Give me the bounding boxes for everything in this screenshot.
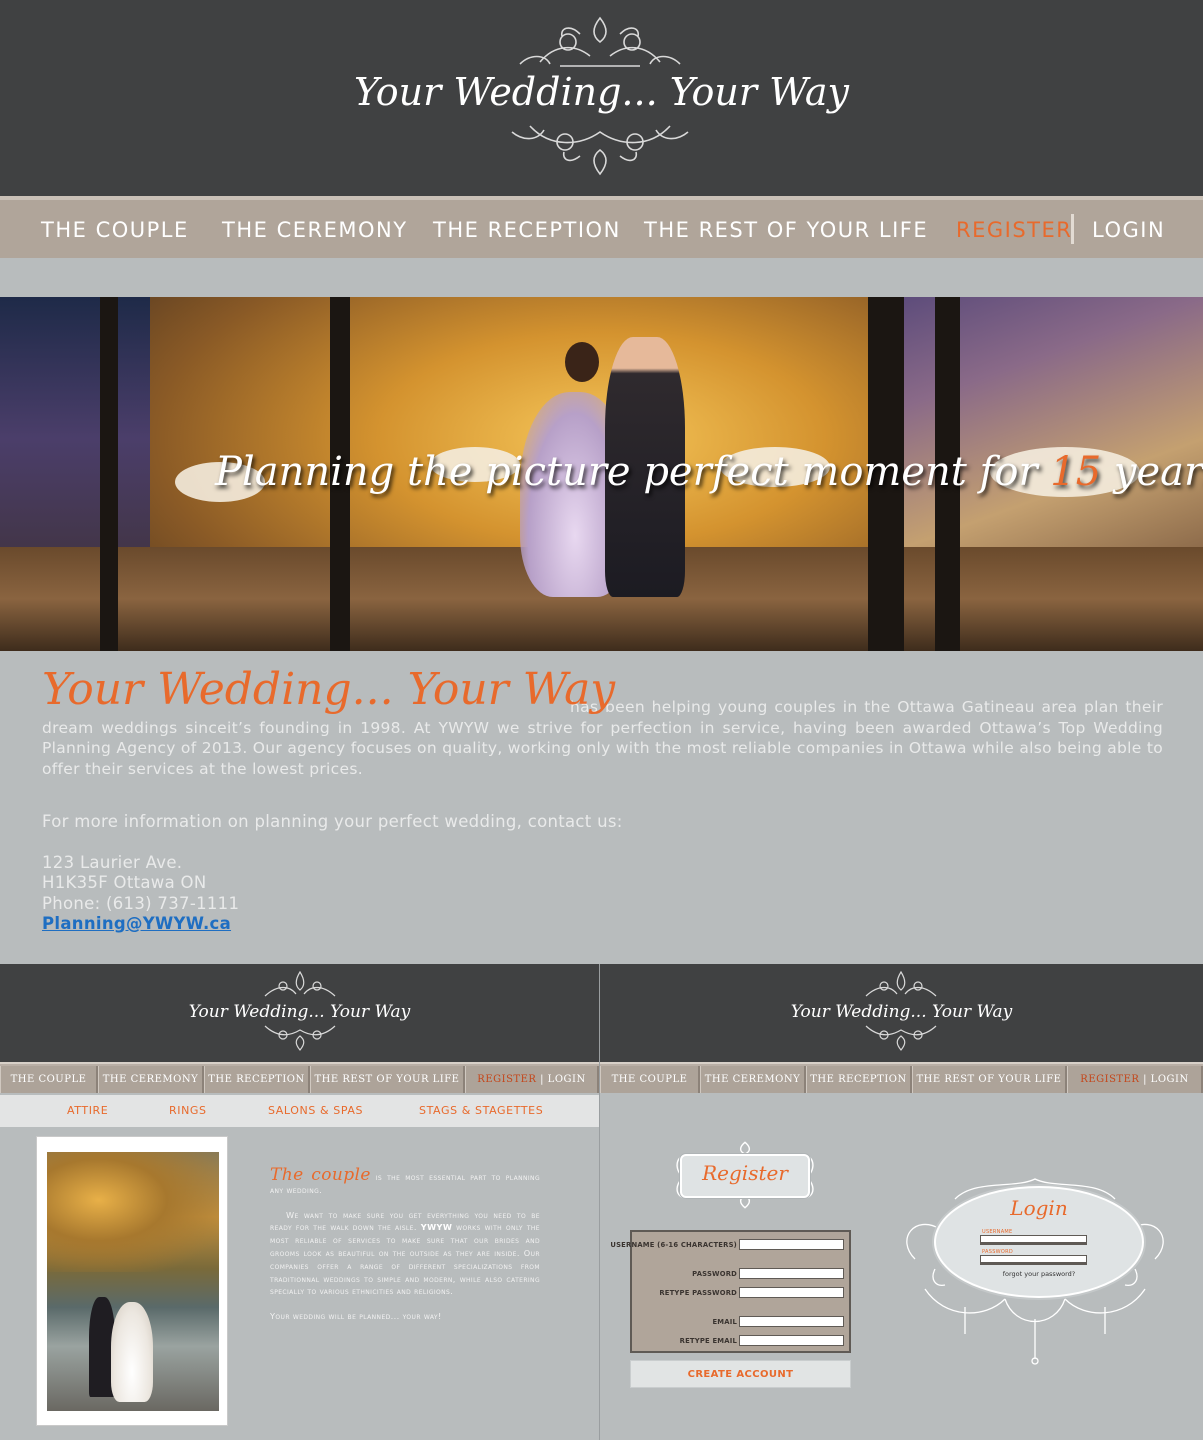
nav-the-rest-of-your-life[interactable]: THE REST OF YOUR LIFE xyxy=(644,218,928,242)
couple-intro: The couple is the most essential part to… xyxy=(270,1167,540,1197)
couple-paragraph-brand: YWYW xyxy=(420,1222,453,1233)
preview-tab-the-ceremony[interactable]: THE CEREMONY xyxy=(700,1066,806,1093)
page: Your Wedding... Your Way THE COUPLE THE … xyxy=(0,0,1203,1440)
register-password-row: PASSWORD xyxy=(632,1268,853,1282)
hero-tagline-text: Planning the picture perfect moment for xyxy=(215,449,1038,495)
login-title: Login xyxy=(1010,1196,1068,1220)
hero-tagline-number: 15 xyxy=(1050,449,1102,495)
preview-logo-text[interactable]: Your Wedding... Your Way xyxy=(0,1002,599,1022)
site-logo-text[interactable]: Your Wedding... Your Way xyxy=(0,70,1203,114)
nav-register[interactable]: REGISTER xyxy=(956,218,1072,242)
subnav-rings[interactable]: RINGS xyxy=(169,1104,207,1117)
register-email-label: EMAIL xyxy=(712,1318,737,1326)
nav-separator xyxy=(1071,214,1074,244)
contact-block: For more information on planning your pe… xyxy=(42,812,742,935)
preview-tab-the-couple[interactable]: THE COUPLE xyxy=(0,1066,98,1093)
couple-paragraph-b: works with only the most reliable of ser… xyxy=(270,1222,540,1297)
preview-top-ornament-icon xyxy=(264,970,336,997)
contact-email-link[interactable]: Planning@YWYW.ca xyxy=(42,914,231,933)
create-account-button[interactable]: CREATE ACCOUNT xyxy=(630,1360,851,1388)
preview-bottom-ornament-icon xyxy=(264,1025,336,1051)
subnav-stags-stagettes[interactable]: STAGS & STAGETTES xyxy=(419,1104,543,1117)
preview-separator: | xyxy=(540,1074,548,1085)
preview-header: Your Wedding... Your Way xyxy=(0,964,599,1062)
register-retype-email-input[interactable] xyxy=(739,1335,844,1346)
preview-tab-the-reception[interactable]: THE RECEPTION xyxy=(204,1066,310,1093)
couple-paragraph: We want to make sure you get everything … xyxy=(270,1209,540,1299)
preview-tab-rest-of-your-life[interactable]: THE REST OF YOUR LIFE xyxy=(310,1066,465,1093)
preview-separator: | xyxy=(1143,1074,1151,1085)
forgot-password-link[interactable]: forgot your password? xyxy=(934,1270,1144,1278)
contact-address-line1: 123 Laurier Ave. xyxy=(42,852,183,872)
login-username-input[interactable] xyxy=(980,1235,1087,1245)
register-email-input[interactable] xyxy=(739,1316,844,1327)
preview-tab-register-login[interactable]: REGISTER | LOGIN xyxy=(1067,1066,1203,1093)
couple-photo-frame xyxy=(36,1136,228,1426)
site-header: Your Wedding... Your Way xyxy=(0,0,1203,196)
register-form: USERNAME (6-16 CHARACTERS) PASSWORD RETY… xyxy=(610,1230,853,1353)
contact-lead: For more information on planning your pe… xyxy=(42,812,623,831)
register-retype-password-label: RETYPE PASSWORD xyxy=(659,1289,737,1297)
register-username-row: USERNAME (6-16 CHARACTERS) xyxy=(610,1239,853,1253)
preview-tab-the-couple[interactable]: THE COUPLE xyxy=(600,1066,700,1093)
register-retype-email-row: RETYPE EMAIL xyxy=(632,1335,853,1349)
nav-login[interactable]: LOGIN xyxy=(1092,218,1165,242)
register-retype-password-row: RETYPE PASSWORD xyxy=(632,1287,853,1301)
preview-tab-register-login[interactable]: REGISTER | LOGIN xyxy=(465,1066,599,1093)
register-retype-email-label: RETYPE EMAIL xyxy=(679,1337,737,1345)
couple-title: The couple xyxy=(270,1165,371,1185)
nav-the-couple[interactable]: THE COUPLE xyxy=(41,218,189,242)
couple-subnav: ATTIRE RINGS SALONS & SPAS STAGS & STAGE… xyxy=(0,1095,599,1127)
register-retype-password-input[interactable] xyxy=(739,1287,844,1298)
preview-tab-the-reception[interactable]: THE RECEPTION xyxy=(806,1066,912,1093)
preview-nav: THE COUPLE THE CEREMONY THE RECEPTION TH… xyxy=(0,1062,599,1093)
preview-nav: THE COUPLE THE CEREMONY THE RECEPTION TH… xyxy=(600,1062,1203,1093)
register-password-input[interactable] xyxy=(739,1268,844,1279)
register-page-preview: Your Wedding... Your Way THE COUPLE THE … xyxy=(600,964,1203,1440)
preview-tab-the-ceremony[interactable]: THE CEREMONY xyxy=(98,1066,204,1093)
bottom-ornament-icon xyxy=(511,125,689,176)
register-password-label: PASSWORD xyxy=(692,1270,737,1278)
preview-top-ornament-icon xyxy=(865,970,937,997)
register-email-row: EMAIL xyxy=(632,1316,853,1330)
contact-phone: Phone: (613) 737-1111 xyxy=(42,893,240,913)
hero-bride-head xyxy=(565,342,599,382)
nav-the-reception[interactable]: THE RECEPTION xyxy=(433,218,621,242)
preview-register-link[interactable]: REGISTER xyxy=(1080,1074,1139,1085)
preview-bottom-ornament-icon xyxy=(865,1025,937,1051)
preview-login-link[interactable]: LOGIN xyxy=(548,1074,586,1085)
preview-tab-rest-of-your-life[interactable]: THE REST OF YOUR LIFE xyxy=(912,1066,1067,1093)
couple-closing: Your wedding will be planned... your way… xyxy=(270,1311,442,1322)
couple-page-preview: Your Wedding... Your Way THE COUPLE THE … xyxy=(0,964,599,1440)
hero-tagline-end: years. xyxy=(1113,449,1203,495)
register-title: Register xyxy=(702,1161,788,1185)
preview-login-link[interactable]: LOGIN xyxy=(1151,1074,1189,1085)
preview-logo-text[interactable]: Your Wedding... Your Way xyxy=(600,1002,1203,1022)
preview-register-link[interactable]: REGISTER xyxy=(477,1074,536,1085)
couple-photo xyxy=(47,1152,219,1411)
top-ornament-icon xyxy=(519,16,681,67)
intro-brand-title: Your Wedding... Your Way xyxy=(42,664,616,715)
main-nav: THE COUPLE THE CEREMONY THE RECEPTION TH… xyxy=(0,196,1203,258)
nav-the-ceremony[interactable]: THE CEREMONY xyxy=(222,218,408,242)
preview-header: Your Wedding... Your Way xyxy=(600,964,1203,1062)
hero-tagline: Planning the picture perfect moment for … xyxy=(0,449,1203,495)
couple-description: The couple is the most essential part to… xyxy=(270,1167,540,1323)
subnav-attire[interactable]: ATTIRE xyxy=(67,1104,108,1117)
login-password-input[interactable] xyxy=(980,1255,1087,1265)
subnav-salons-spas[interactable]: SALONS & SPAS xyxy=(268,1104,363,1117)
photo-bride xyxy=(111,1302,153,1402)
register-username-input[interactable] xyxy=(739,1239,844,1250)
register-username-label: USERNAME (6-16 CHARACTERS) xyxy=(610,1241,737,1249)
contact-address-line2: H1K35F Ottawa ON xyxy=(42,873,207,892)
photo-autumn-tree xyxy=(47,1152,219,1272)
hero-banner: Planning the picture perfect moment for … xyxy=(0,297,1203,651)
